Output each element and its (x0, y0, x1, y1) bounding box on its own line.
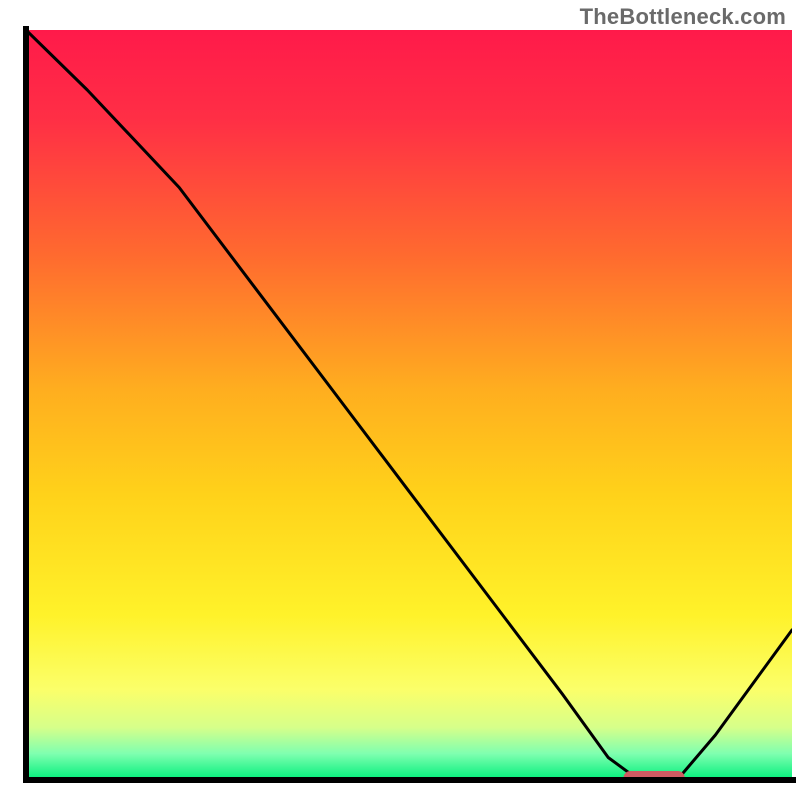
plot-area (26, 30, 792, 785)
chart-container: { "watermark": "TheBottleneck.com", "col… (0, 0, 800, 800)
watermark-text: TheBottleneck.com (580, 4, 786, 30)
gradient-background (26, 30, 792, 780)
bottleneck-chart (0, 0, 800, 800)
